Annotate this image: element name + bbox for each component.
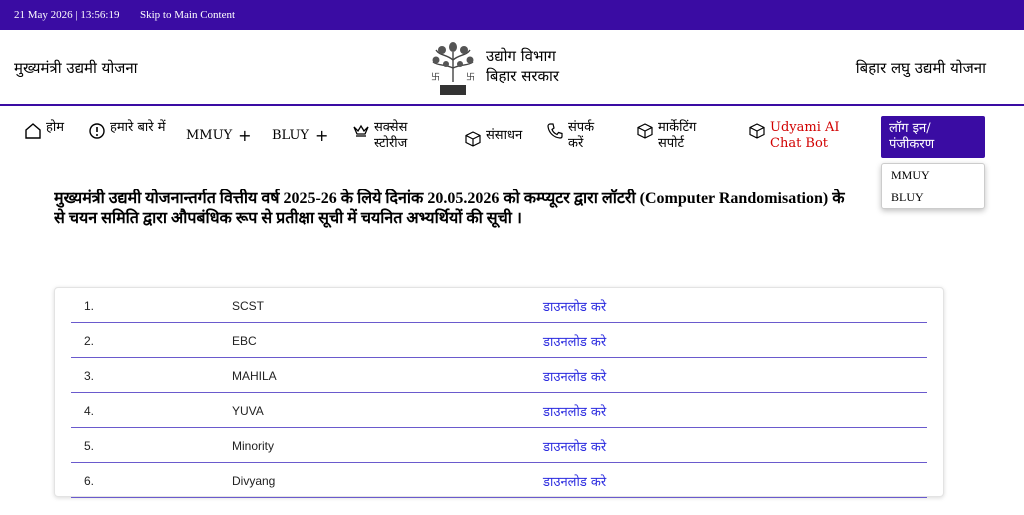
nav-ai-chat-bot[interactable]: Udyami AI Chat Bot: [748, 120, 868, 152]
table-row: 3. MAHILA डाउनलोड करे: [71, 358, 927, 393]
dropdown-option-bluy[interactable]: BLUY: [882, 186, 984, 208]
heading-line-2: से चयन समिति द्वारा औपबंधिक रूप से प्रती…: [54, 210, 522, 227]
nav-home-label: होम: [46, 120, 65, 135]
table-row: 1. SCST डाउनलोड करे: [71, 288, 927, 323]
dept-line-1: उद्योग विभाग: [486, 47, 556, 65]
table-row: 5. Minority डाउनलोड करे: [71, 428, 927, 463]
row-category: EBC: [232, 334, 257, 348]
dept-line-2: बिहार सरकार: [486, 67, 560, 85]
nav-contact-label: संपर्क करें: [568, 120, 595, 151]
download-link[interactable]: डाउनलोड करे: [543, 332, 606, 350]
login-dropdown-menu: MMUY BLUY: [881, 163, 985, 209]
row-number: 1.: [84, 299, 95, 313]
download-link[interactable]: डाउनलोड करे: [543, 297, 606, 315]
row-number: 4.: [84, 404, 95, 418]
nav-bluy[interactable]: BLUY +: [272, 128, 328, 144]
heading-line-1: मुख्यमंत्री उद्यमी योजनान्तर्गत वित्तीय …: [54, 190, 845, 207]
download-link[interactable]: डाउनलोड करे: [543, 472, 606, 490]
nav-bluy-label: BLUY: [272, 128, 310, 143]
row-number: 3.: [84, 369, 95, 383]
row-category: SCST: [232, 299, 265, 313]
row-number: 6.: [84, 474, 95, 488]
download-link[interactable]: डाउनलोड करे: [543, 437, 606, 455]
row-category: YUVA: [232, 404, 264, 418]
nav-success-label: सक्सेस स्टोरीज: [374, 120, 408, 151]
row-category: Minority: [232, 439, 275, 453]
login-register-button[interactable]: लॉग इन/ पंजीकरण: [881, 116, 985, 158]
datetime: 21 May 2026 | 13:56:19: [14, 9, 120, 21]
crown-icon: [353, 124, 369, 137]
plus-icon: +: [238, 126, 252, 145]
nav-about-label: हमारे बारे में: [110, 120, 166, 135]
bluy-title: बिहार लघु उद्यमी योजना: [855, 59, 986, 77]
home-icon: [25, 123, 41, 139]
phone-icon: [547, 123, 563, 139]
department-name: उद्योग विभाग बिहार सरकार: [486, 46, 559, 86]
svg-text:卐: 卐: [431, 72, 440, 83]
download-link[interactable]: डाउनलोड करे: [543, 402, 606, 420]
row-category: Divyang: [232, 474, 276, 488]
table-row: 6. Divyang डाउनलोड करे: [71, 463, 927, 498]
nav-contact[interactable]: संपर्क करें: [546, 120, 616, 152]
nav-ai-chat-label: Udyami AI Chat Bot: [770, 120, 840, 151]
cube-icon: [637, 123, 653, 139]
table-row: 2. EBC डाउनलोड करे: [71, 323, 927, 358]
plus-icon: +: [315, 126, 329, 145]
row-number: 2.: [84, 334, 95, 348]
skip-to-main-link[interactable]: Skip to Main Content: [140, 9, 235, 21]
cube-icon: [749, 123, 765, 139]
nav-resources[interactable]: संसाधन: [464, 128, 522, 148]
bihar-emblem-icon: 卐 卐: [431, 42, 475, 95]
svg-text:卐: 卐: [466, 72, 475, 83]
cube-icon: [465, 131, 481, 147]
mmuy-title: मुख्यमंत्री उद्यमी योजना: [14, 59, 138, 77]
top-bar: 21 May 2026 | 13:56:19 Skip to Main Cont…: [0, 0, 1024, 30]
waiting-list-table: 1. SCST डाउनलोड करे 2. EBC डाउनलोड करे 3…: [54, 287, 944, 498]
main-nav: होम हमारे बारे में MMUY + BLUY + सक्सेस …: [0, 108, 1024, 166]
info-icon: [89, 123, 105, 139]
page-heading: मुख्यमंत्री उद्यमी योजनान्तर्गत वित्तीय …: [54, 189, 884, 229]
nav-mmuy-label: MMUY: [186, 128, 233, 143]
site-header: मुख्यमंत्री उद्यमी योजना 卐 卐 उद्योग विभा…: [0, 30, 1024, 106]
download-link[interactable]: डाउनलोड करे: [543, 367, 606, 385]
row-category: MAHILA: [232, 369, 277, 383]
table-row: 4. YUVA डाउनलोड करे: [71, 393, 927, 428]
nav-marketing-label: मार्केटिंग सपोर्ट: [658, 120, 697, 151]
dropdown-option-mmuy[interactable]: MMUY: [882, 164, 984, 186]
nav-about[interactable]: हमारे बारे में: [88, 120, 168, 140]
nav-mmuy[interactable]: MMUY +: [186, 128, 252, 144]
nav-marketing-support[interactable]: मार्केटिंग सपोर्ट: [636, 120, 726, 152]
row-number: 5.: [84, 439, 95, 453]
nav-success-stories[interactable]: सक्सेस स्टोरीज: [352, 120, 432, 152]
nav-resources-label: संसाधन: [486, 128, 523, 143]
nav-home[interactable]: होम: [24, 120, 64, 140]
